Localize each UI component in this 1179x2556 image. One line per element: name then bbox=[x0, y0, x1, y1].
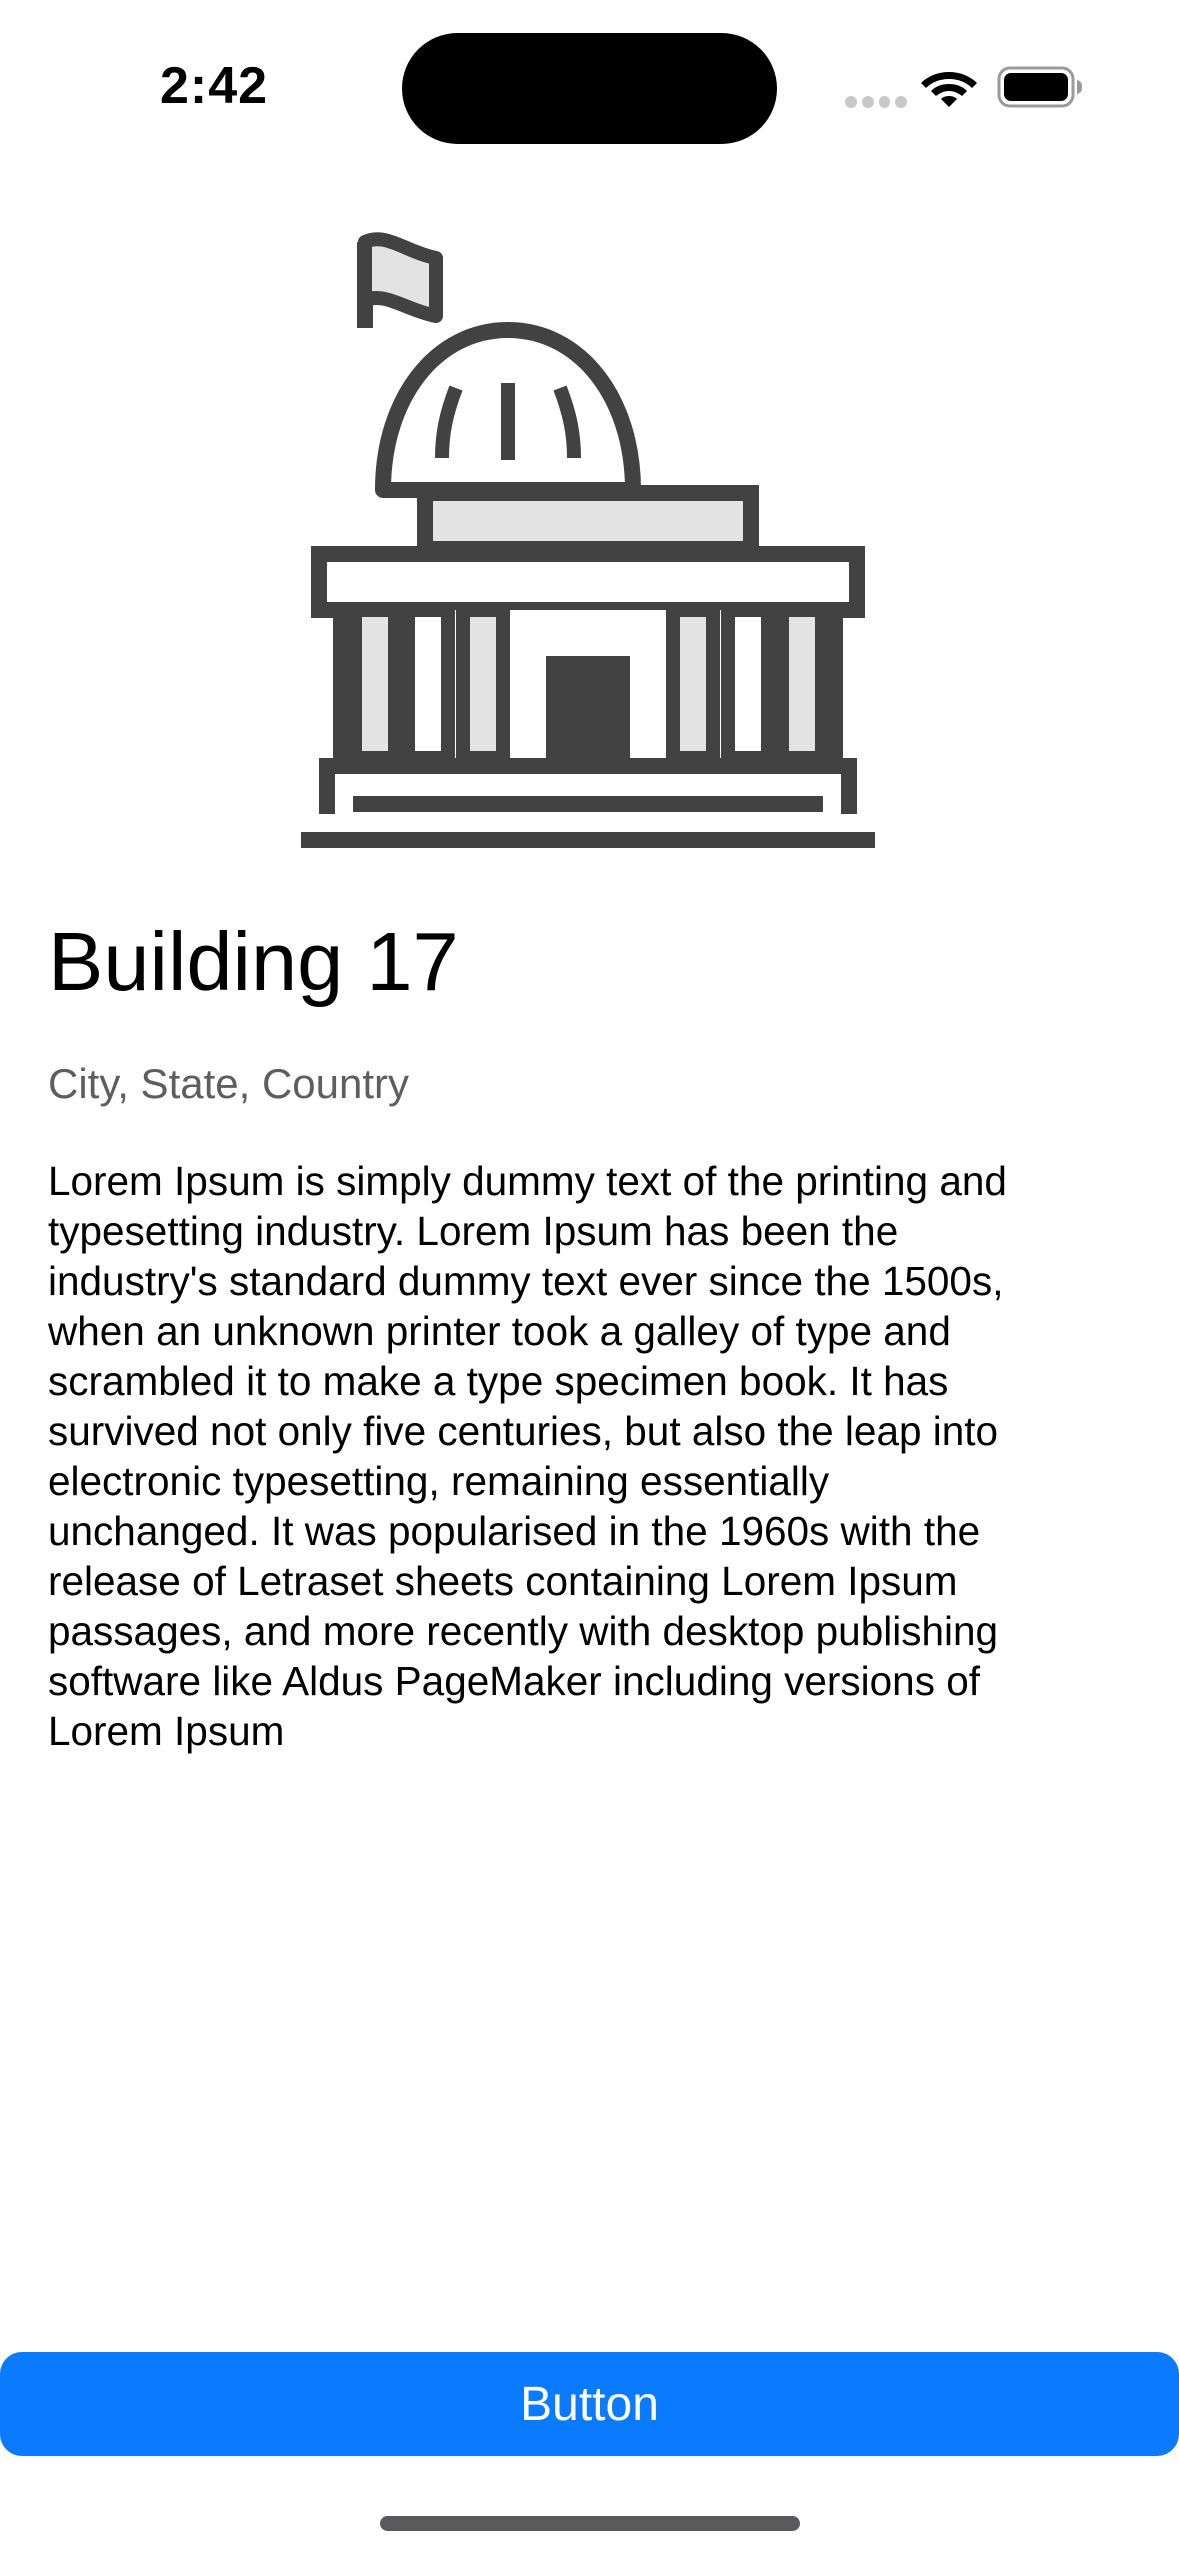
dynamic-island bbox=[402, 33, 777, 144]
location-subtitle: City, State, Country bbox=[48, 1060, 410, 1107]
government-building-icon bbox=[301, 232, 875, 848]
battery-icon bbox=[997, 66, 1082, 108]
status-bar: 2:42 bbox=[0, 0, 1179, 150]
signal-icon bbox=[845, 96, 907, 108]
status-time: 2:42 bbox=[160, 57, 269, 115]
description-text: Lorem Ipsum is simply dummy text of the … bbox=[48, 1158, 1007, 1754]
page-title: Building 17 bbox=[48, 915, 459, 1008]
home-indicator[interactable] bbox=[380, 2516, 800, 2531]
primary-button[interactable]: Button bbox=[0, 2352, 1179, 2456]
wifi-icon bbox=[921, 72, 977, 107]
